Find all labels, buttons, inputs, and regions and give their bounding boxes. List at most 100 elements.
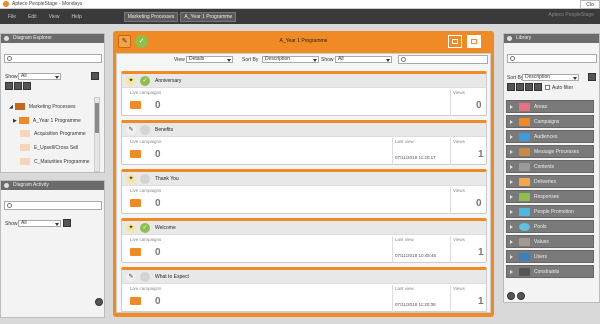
library-item-campaigns[interactable]: Campaigns bbox=[506, 115, 594, 128]
pause-icon[interactable] bbox=[588, 73, 596, 81]
expand-icon[interactable] bbox=[510, 149, 513, 154]
expand-icon[interactable] bbox=[510, 119, 513, 124]
library-item-users[interactable]: Users bbox=[506, 250, 594, 263]
toolbar-button-4[interactable] bbox=[534, 83, 542, 91]
library-item-label: Audiences bbox=[534, 133, 558, 140]
people-promotion-icon bbox=[519, 207, 530, 216]
library-header[interactable]: Library bbox=[504, 34, 599, 43]
constraints-icon bbox=[519, 267, 530, 276]
library-item-constraints[interactable]: Constraints bbox=[506, 265, 594, 278]
library-item-label: People Promotion bbox=[534, 208, 574, 215]
library-item-label: Users bbox=[534, 253, 548, 260]
library-item-contents[interactable]: Contents bbox=[506, 160, 594, 173]
library-item-label: Contents bbox=[534, 163, 555, 170]
expand-icon[interactable] bbox=[510, 194, 513, 199]
library-item-areas[interactable]: Areas bbox=[506, 100, 594, 113]
toolbar-button-3[interactable] bbox=[23, 82, 31, 90]
add-icon[interactable] bbox=[517, 292, 525, 300]
user-icon bbox=[519, 252, 530, 261]
menu-help[interactable]: Help bbox=[71, 14, 81, 20]
pause-icon[interactable] bbox=[91, 72, 99, 80]
pencil-icon: ✎ bbox=[126, 125, 136, 135]
tree-item-upsell[interactable]: E_Upsell/Cross Sell bbox=[20, 144, 78, 151]
card-header: ✎ Benefits bbox=[122, 123, 486, 137]
explorer-scrollbar[interactable] bbox=[94, 97, 100, 172]
view-select[interactable]: Details bbox=[186, 56, 233, 63]
library-item-message-processes[interactable]: Message Processes bbox=[506, 145, 594, 158]
chevron-down-icon bbox=[227, 59, 231, 62]
tree-item-year1-programme[interactable]: ▶ A_Year 1 Programme bbox=[13, 117, 81, 124]
menu-edit[interactable]: Edit bbox=[28, 14, 37, 20]
expand-icon[interactable] bbox=[510, 254, 513, 259]
campaign-card-benefits[interactable]: ✎ Benefits Live campaigns 0 Last view 07… bbox=[121, 120, 487, 165]
library-item-audiences[interactable]: Audiences bbox=[506, 130, 594, 143]
sort-select[interactable]: Description bbox=[262, 56, 319, 63]
tree-expand-icon[interactable]: ◢ bbox=[9, 104, 13, 110]
diagram-activity-header[interactable]: Diagram Activity bbox=[1, 181, 104, 190]
programme-icon bbox=[20, 158, 30, 165]
live-campaigns-label: Live campaigns bbox=[130, 237, 162, 242]
library-item-deliveries[interactable]: Deliveries bbox=[506, 175, 594, 188]
live-campaigns-label: Live campaigns bbox=[130, 286, 162, 291]
tree-expand-icon[interactable]: ▶ bbox=[13, 118, 17, 124]
expand-icon[interactable] bbox=[510, 164, 513, 169]
view-mode-button-1[interactable] bbox=[467, 35, 481, 48]
expand-icon[interactable] bbox=[510, 134, 513, 139]
library-item-responses[interactable]: Responses bbox=[506, 190, 594, 203]
expand-icon[interactable] bbox=[510, 104, 513, 109]
campaign-name: Benefits bbox=[155, 127, 174, 133]
campaign-card-what-to-expect[interactable]: ✎ What to Expect Live campaigns 0 Last v… bbox=[121, 267, 487, 312]
card-header: ✦ ✓ Anniversary bbox=[122, 74, 486, 88]
scrollbar-thumb[interactable] bbox=[95, 103, 99, 133]
diagram-explorer-header[interactable]: Diagram Explorer bbox=[1, 34, 104, 43]
expand-icon[interactable] bbox=[510, 239, 513, 244]
expand-icon[interactable] bbox=[510, 179, 513, 184]
refresh-icon[interactable] bbox=[63, 219, 71, 227]
expand-icon[interactable] bbox=[510, 209, 513, 214]
show-select[interactable]: All bbox=[335, 56, 392, 63]
collapse-icon[interactable] bbox=[507, 36, 512, 41]
close-button[interactable]: Clo bbox=[580, 0, 600, 9]
campaigns-icon bbox=[519, 117, 530, 126]
view-mode-button-2[interactable] bbox=[448, 35, 462, 48]
programme-search-input[interactable] bbox=[398, 55, 488, 64]
expand-icon[interactable] bbox=[510, 224, 513, 229]
activity-show-select[interactable]: All bbox=[18, 220, 61, 227]
campaign-card-anniversary[interactable]: ✦ ✓ Anniversary Live campaigns 0 Views 0 bbox=[121, 71, 487, 116]
campaign-card-thank-you[interactable]: ✦ Thank You Live campaigns 0 Views 0 bbox=[121, 169, 487, 214]
breadcrumb-year1-programme[interactable]: A_Year 1 Programme bbox=[180, 11, 237, 22]
tree-item-marketing-processes[interactable]: ◢ Marketing Processes bbox=[9, 103, 76, 110]
activity-search-input[interactable] bbox=[4, 201, 102, 210]
library-sort-value: Description bbox=[525, 74, 551, 80]
toolbar-button-2[interactable] bbox=[14, 82, 22, 90]
campaign-card-welcome[interactable]: ✦ ✓ Welcome Live campaigns 0 Last view 0… bbox=[121, 218, 487, 263]
library-sort-select[interactable]: Description bbox=[522, 74, 579, 81]
expand-icon[interactable] bbox=[510, 269, 513, 274]
toolbar-button-3[interactable] bbox=[525, 83, 533, 91]
tree-item-acquisition[interactable]: Acquisition Programme bbox=[20, 130, 86, 137]
programme-icon bbox=[18, 117, 29, 124]
explorer-search-input[interactable] bbox=[4, 54, 102, 63]
toolbar-button-1[interactable] bbox=[507, 83, 515, 91]
add-icon[interactable] bbox=[95, 298, 103, 306]
tree-item-maturities[interactable]: C_Maturities Programme bbox=[20, 158, 90, 165]
toolbar-button-1[interactable] bbox=[5, 82, 13, 90]
back-icon[interactable] bbox=[507, 292, 515, 300]
last-view-label: Last view bbox=[395, 237, 414, 242]
library-item-values[interactable]: Values bbox=[506, 235, 594, 248]
menu-file[interactable]: File bbox=[8, 14, 16, 20]
breadcrumb-marketing-processes[interactable]: Marketing Processes bbox=[123, 11, 179, 22]
library-item-pools[interactable]: Pools bbox=[506, 220, 594, 233]
chevron-down-icon bbox=[55, 76, 59, 79]
toolbar-button-2[interactable] bbox=[516, 83, 524, 91]
window-icon bbox=[471, 39, 477, 44]
collapse-icon[interactable] bbox=[4, 183, 9, 188]
library-search-input[interactable] bbox=[507, 54, 597, 63]
collapse-icon[interactable] bbox=[4, 36, 9, 41]
menu-view[interactable]: View bbox=[49, 14, 60, 20]
library-item-people-promotion[interactable]: People Promotion bbox=[506, 205, 594, 218]
live-campaigns-label: Live campaigns bbox=[130, 188, 162, 193]
last-view-value: 07/11/2018 11:20:17 bbox=[395, 155, 436, 160]
explorer-show-select[interactable]: All bbox=[18, 73, 61, 80]
auto-filter-checkbox[interactable] bbox=[545, 85, 550, 90]
